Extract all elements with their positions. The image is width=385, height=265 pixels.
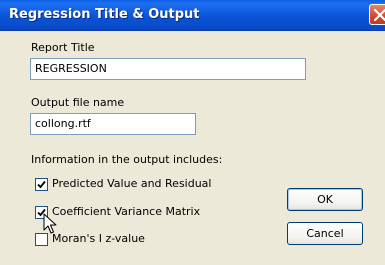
output-info-label: Information in the output includes:	[31, 153, 223, 166]
title-bar[interactable]: Regression Title & Output	[0, 0, 385, 31]
report-title-label: Report Title	[31, 41, 95, 54]
window-title: Regression Title & Output	[9, 7, 200, 22]
cancel-button[interactable]: Cancel	[287, 222, 363, 245]
mouse-pointer-icon	[43, 213, 57, 234]
close-icon	[374, 9, 385, 21]
ok-button[interactable]: OK	[287, 188, 363, 211]
output-file-label: Output file name	[31, 96, 125, 109]
predicted-residual-checkbox[interactable]	[35, 178, 48, 191]
checkmark-icon	[37, 180, 46, 189]
morans-i-label: Moran's I z-value	[52, 232, 145, 245]
predicted-residual-label: Predicted Value and Residual	[52, 177, 212, 190]
coefficient-variance-label: Coefficient Variance Matrix	[52, 205, 201, 218]
output-file-input[interactable]: collong.rtf	[30, 113, 196, 135]
report-title-input[interactable]: REGRESSION	[30, 58, 306, 80]
close-button[interactable]	[369, 4, 385, 25]
